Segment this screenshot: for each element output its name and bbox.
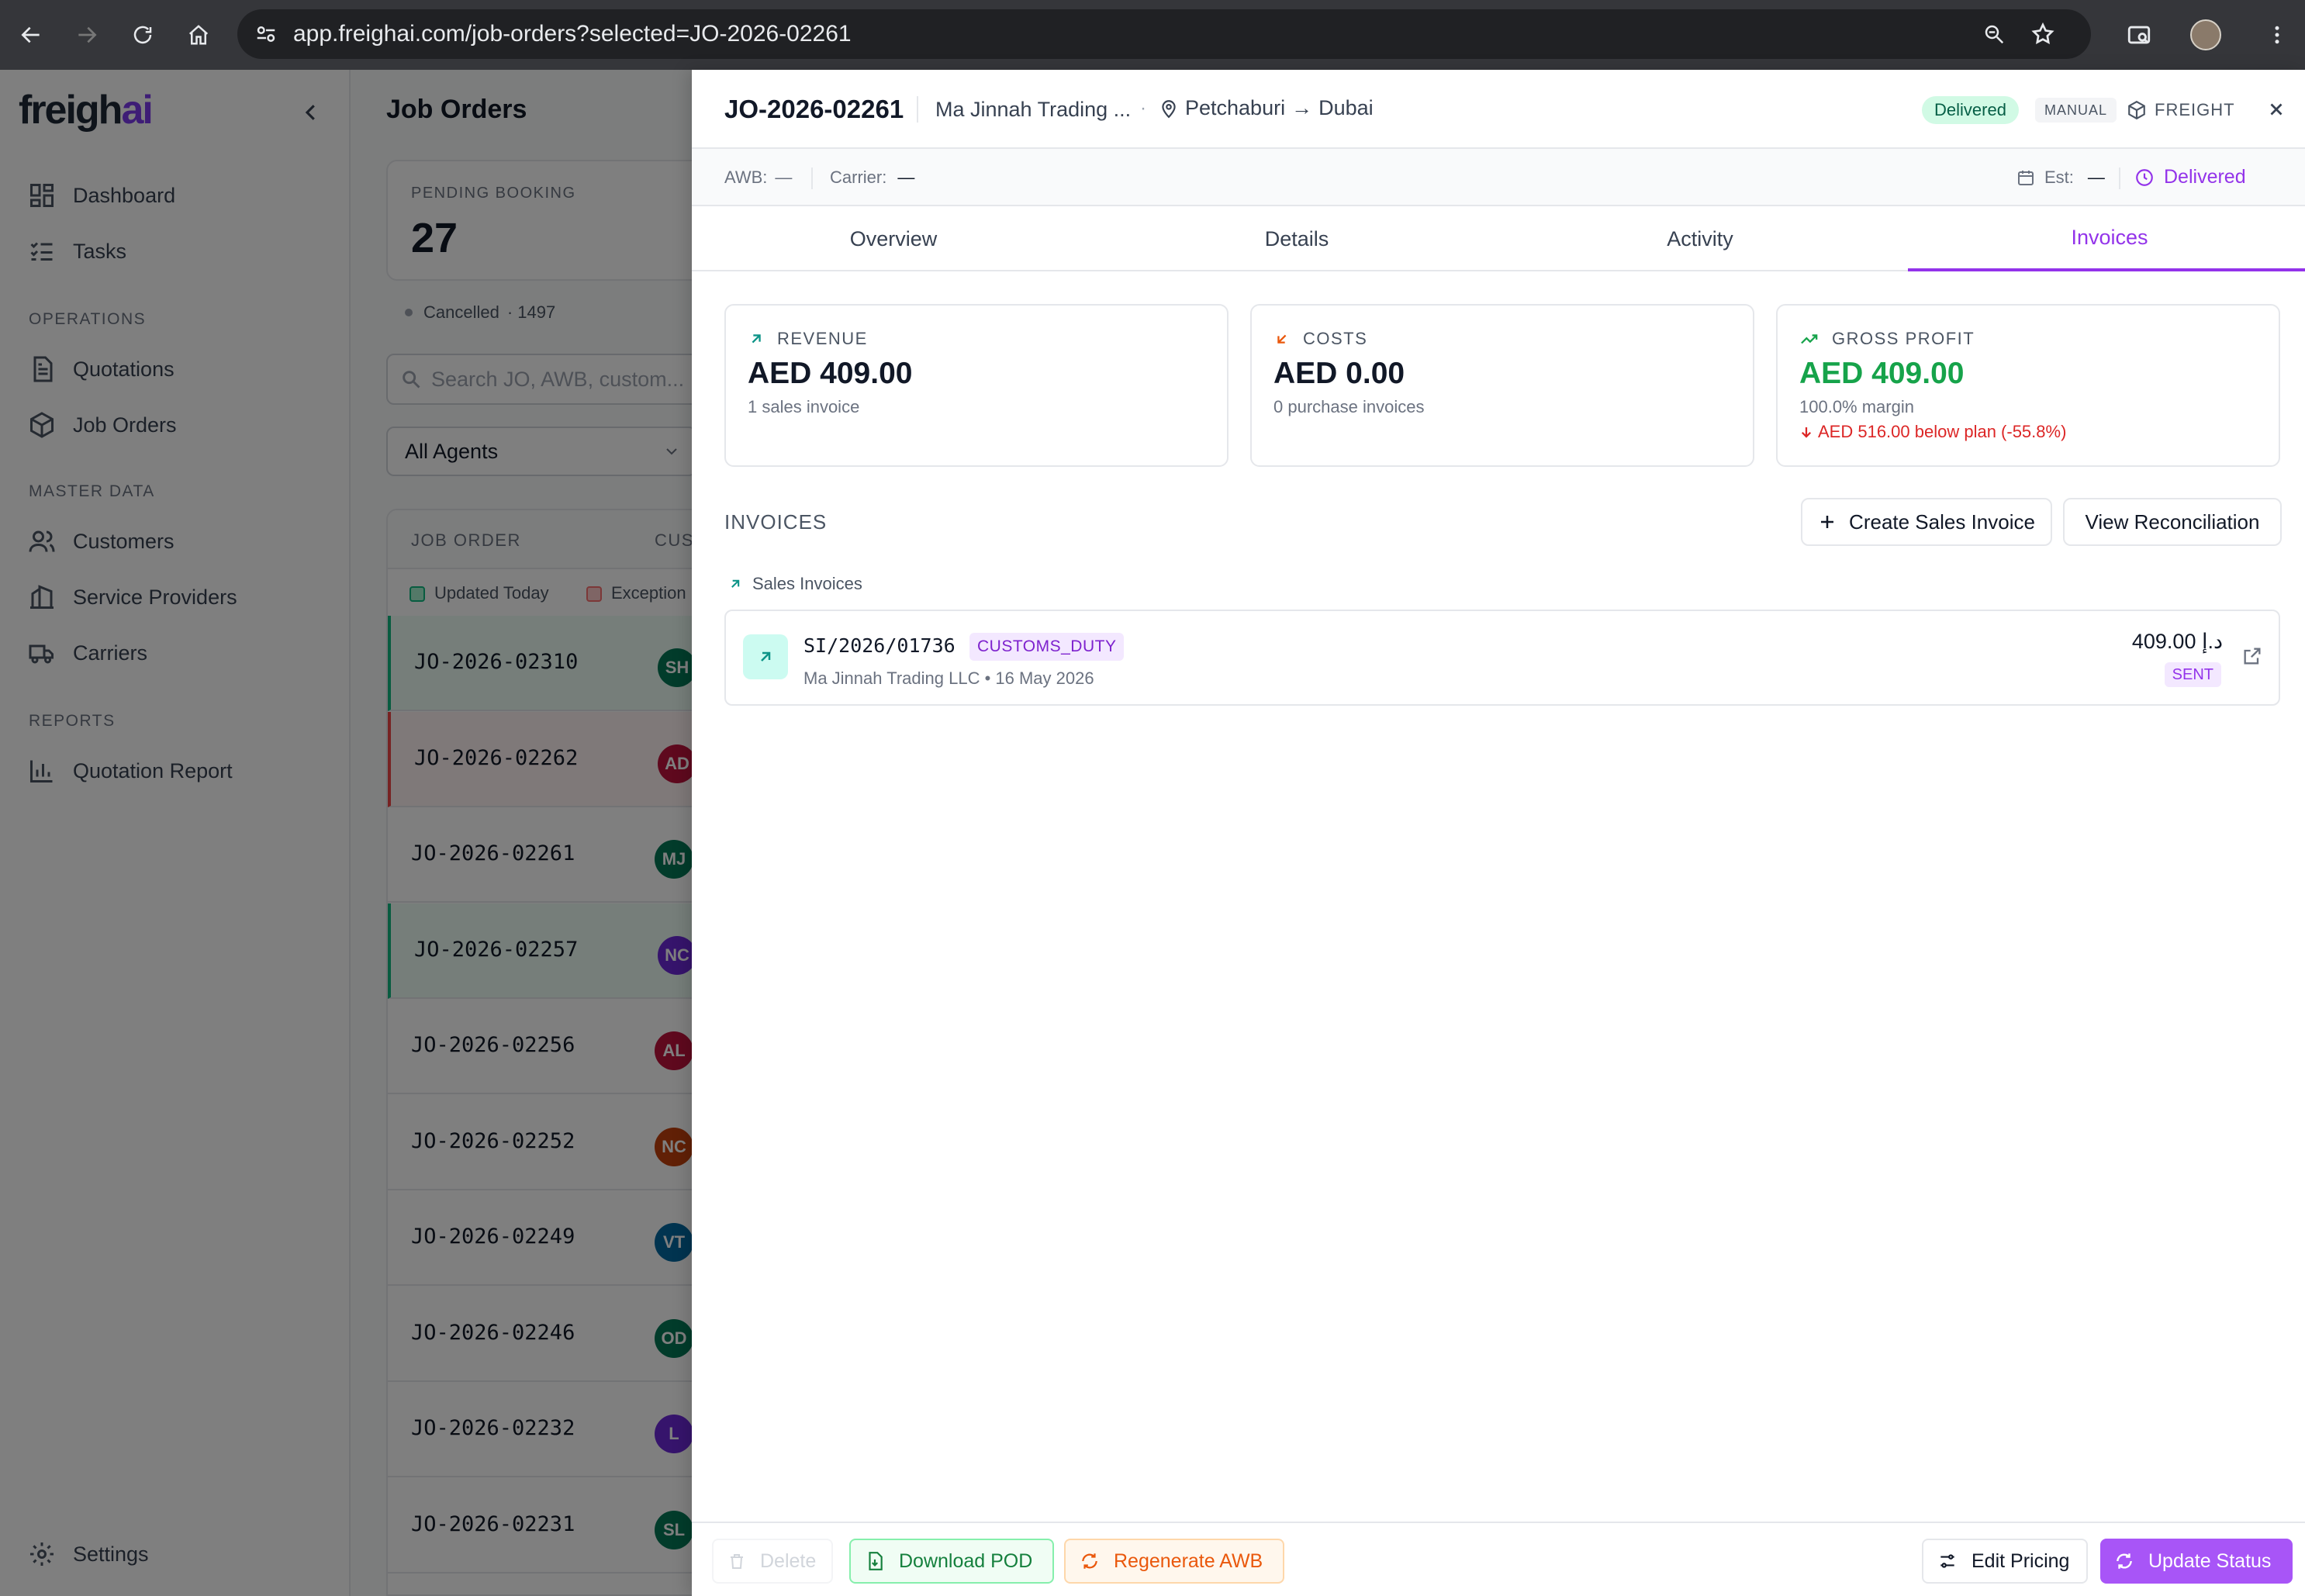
arrow-down-left-icon	[1277, 334, 1287, 344]
file-download-icon	[869, 1552, 883, 1570]
delete-button[interactable]: Delete	[712, 1539, 833, 1584]
revenue-label: REVENUE	[748, 329, 868, 349]
status-badge: Delivered	[1922, 96, 2019, 124]
map-pin-icon	[1162, 99, 1176, 118]
costs-subtext: 0 purchase invoices	[1273, 397, 1425, 416]
back-button[interactable]	[3, 0, 59, 70]
plus-icon	[1821, 516, 1834, 528]
tab-search-button[interactable]	[2111, 0, 2167, 70]
sales-invoices-heading: Sales Invoices	[727, 574, 862, 594]
separator-dot: ·	[1140, 98, 1146, 119]
forward-button[interactable]	[59, 0, 115, 70]
gross-profit-value: AED 409.00	[1799, 357, 1965, 390]
revenue-card: REVENUE AED 409.00 1 sales invoice	[724, 304, 1229, 467]
job-order-number: JO-2026-02261	[724, 95, 904, 123]
calendar-icon	[2018, 171, 2034, 185]
panel-tabs: Overview Details Activity Invoices	[692, 206, 2305, 271]
below-plan-warning: AED 516.00 below plan (-55.8%)	[1799, 422, 2066, 442]
revenue-subtext: 1 sales invoice	[748, 397, 860, 416]
arrow-up-right-icon	[731, 579, 740, 588]
margin-text: 100.0% margin	[1799, 397, 1914, 416]
invoice-type-icon	[743, 634, 788, 679]
home-icon	[188, 25, 209, 45]
url-text: app.freighai.com/job-orders?selected=JO-…	[293, 21, 852, 47]
profile-avatar[interactable]	[2178, 0, 2234, 70]
panel-footer: Delete Download POD Regenerate AWB Edit …	[692, 1522, 2305, 1596]
invoice-number: SI/2026/01736	[803, 634, 956, 657]
route: Petchaburi → Dubai	[1159, 96, 1374, 120]
revenue-value: AED 409.00	[748, 357, 913, 390]
open-invoice-button[interactable]	[2241, 645, 2263, 667]
reload-button[interactable]	[115, 0, 171, 70]
browser-menu-button[interactable]	[2249, 0, 2305, 70]
invoice-category-tag: CUSTOMS_DUTY	[969, 633, 1125, 661]
sales-invoice-row[interactable]: SI/2026/01736 CUSTOMS_DUTY Ma Jinnah Tra…	[724, 610, 2280, 706]
clock-icon	[2136, 168, 2153, 186]
tab-activity[interactable]: Activity	[1498, 206, 1902, 271]
avatar-icon	[2190, 19, 2221, 50]
tab-invoices[interactable]: Invoices	[1908, 206, 2305, 271]
home-button[interactable]	[171, 0, 226, 70]
divider	[2119, 168, 2120, 189]
arrow-up-right-icon	[761, 651, 771, 662]
shipment-summary-bar: AWB: — Carrier: — Est: — Delivered	[692, 149, 2305, 206]
view-reconciliation-button[interactable]: View Reconciliation	[2063, 498, 2282, 546]
address-bar[interactable]: app.freighai.com/job-orders?selected=JO-…	[237, 9, 2091, 59]
customer-name: Ma Jinnah Trading ...	[935, 98, 1132, 121]
costs-card: COSTS AED 0.00 0 purchase invoices	[1250, 304, 1754, 467]
close-panel-button[interactable]	[2260, 93, 2293, 126]
refresh-icon	[2117, 1553, 2132, 1569]
type-badge: FREIGHT	[2127, 96, 2235, 124]
delivery-status: Delivered	[2134, 166, 2246, 188]
refresh-icon	[1082, 1553, 1097, 1569]
divider	[917, 96, 918, 123]
costs-value: AED 0.00	[1273, 357, 1405, 390]
zoom-icon[interactable]	[1982, 22, 2006, 46]
tab-details[interactable]: Details	[1095, 206, 1498, 271]
update-status-button[interactable]: Update Status	[2100, 1539, 2293, 1584]
regenerate-awb-button[interactable]: Regenerate AWB	[1064, 1539, 1284, 1584]
arrow-left-icon	[21, 26, 40, 43]
estimated-date-field: Est: —	[2016, 168, 2105, 188]
tab-search-icon	[2127, 26, 2151, 44]
close-icon	[2270, 103, 2283, 116]
invoice-amount: 409.00 د.إ	[2131, 630, 2223, 653]
download-pod-button[interactable]: Download POD	[849, 1539, 1054, 1584]
site-settings-icon[interactable]	[254, 22, 278, 46]
gross-profit-card: GROSS PROFIT AED 409.00 100.0% margin AE…	[1776, 304, 2280, 467]
tab-overview[interactable]: Overview	[692, 206, 1095, 271]
divider	[811, 168, 813, 189]
package-icon	[2128, 100, 2145, 120]
panel-header: JO-2026-02261 Ma Jinnah Trading ... · Pe…	[692, 70, 2305, 149]
modal-backdrop[interactable]	[0, 70, 692, 1596]
invoice-status-badge: SENT	[2164, 662, 2221, 687]
external-link-icon	[2244, 648, 2261, 665]
arrow-up-right-icon	[752, 334, 761, 344]
trash-icon	[731, 1554, 743, 1569]
trending-up-icon	[1801, 334, 1818, 344]
sliders-icon	[1940, 1554, 1954, 1568]
browser-toolbar: app.freighai.com/job-orders?selected=JO-…	[0, 0, 2305, 70]
awb-field: AWB: —	[724, 168, 793, 187]
job-order-detail-panel: JO-2026-02261 Ma Jinnah Trading ... · Pe…	[692, 70, 2305, 1596]
mode-badge: MANUAL	[2035, 98, 2117, 123]
carrier-field: Carrier: —	[830, 168, 915, 187]
gross-profit-label: GROSS PROFIT	[1799, 329, 1975, 349]
costs-label: COSTS	[1273, 329, 1367, 349]
invoices-section-title: INVOICES	[724, 510, 828, 534]
arrow-right-icon	[78, 26, 97, 43]
arrow-down-icon	[1801, 427, 1812, 438]
more-vertical-icon	[2275, 26, 2279, 44]
create-sales-invoice-button[interactable]: Create Sales Invoice	[1801, 498, 2052, 546]
invoice-meta: Ma Jinnah Trading LLC • 16 May 2026	[803, 668, 1094, 688]
edit-pricing-button[interactable]: Edit Pricing	[1922, 1539, 2088, 1584]
bookmark-star-icon[interactable]	[2030, 22, 2055, 47]
reload-icon	[133, 26, 152, 44]
